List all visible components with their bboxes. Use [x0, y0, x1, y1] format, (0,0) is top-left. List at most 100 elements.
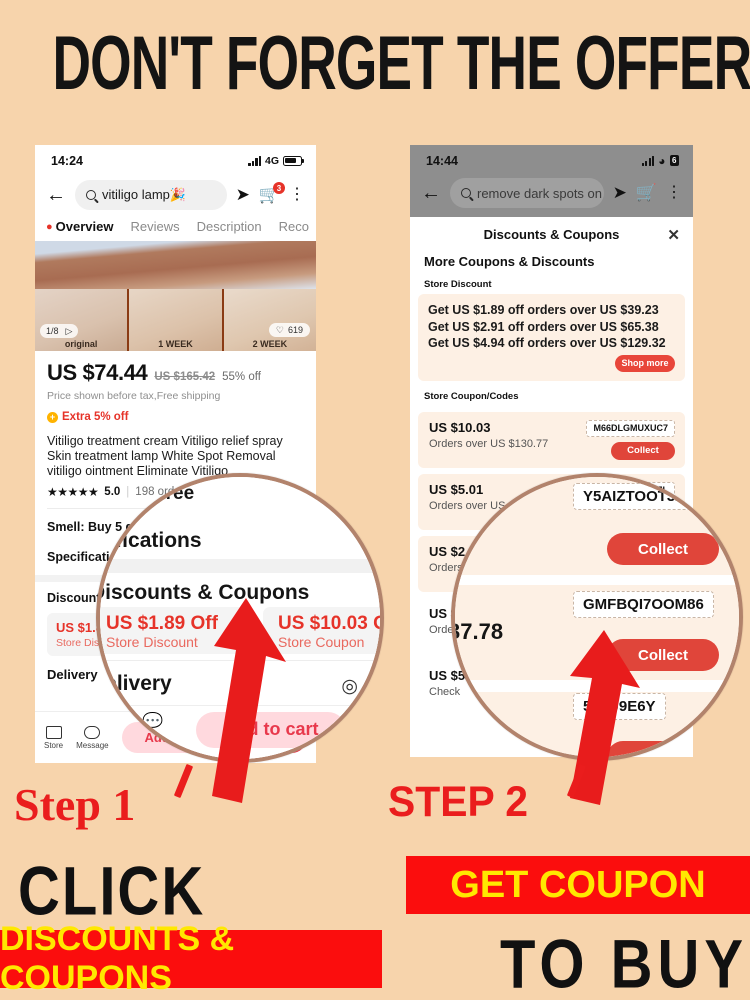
store-discount-card: Get US $1.89 off orders over US $39.23 G…	[418, 294, 685, 381]
lens-amount-mid: S $37.78	[455, 619, 504, 644]
lens-buy-now[interactable]	[350, 712, 380, 748]
lens-code-mid[interactable]: GMFBQI7OOM86	[573, 591, 714, 618]
store-discount-line: Get US $2.91 off orders over US $65.38	[428, 319, 659, 334]
step1-target-banner: DISCOUNTS & COUPONS	[0, 920, 382, 997]
step2-target-text: TO BUY	[500, 926, 749, 1000]
step2-label: STEP 2	[388, 778, 529, 826]
search-input[interactable]: remove dark spots on skin	[450, 178, 604, 208]
page-title: DON'T FORGET THE OFFERS	[52, 22, 750, 107]
status-time: 14:24	[51, 153, 83, 168]
lens-delivery: Delivery	[96, 672, 172, 695]
sheet-title: Discounts & Coupons	[483, 226, 620, 242]
lens-code-top[interactable]: Y5AIZTOOT3ZL	[573, 483, 704, 510]
status-bar-left: 14:24 4G	[35, 145, 316, 176]
heart-icon: ♡	[275, 324, 284, 335]
product-title: Vitiligo treatment cream Vitiligo relief…	[47, 434, 283, 478]
store-button[interactable]: Store	[44, 725, 64, 750]
shop-more-button[interactable]: Shop more	[615, 354, 675, 372]
tab-description[interactable]: Description	[197, 219, 262, 234]
extra-discount-label: Extra 5% off	[62, 411, 129, 423]
store-icon	[45, 725, 62, 739]
signal-bars-icon	[248, 155, 261, 166]
poster-canvas: DON'T FORGET THE OFFERS 14:24 4G ← vitil…	[0, 0, 750, 1000]
lens-smell-fragment: y 5 get 5 free	[100, 483, 195, 504]
delivery-label: Delivery	[47, 666, 98, 682]
collect-button[interactable]: Collect	[611, 441, 675, 460]
cart-badge: 3	[273, 182, 285, 194]
battery-icon: 6	[669, 155, 679, 166]
sheet-header: Discounts & Coupons ✕	[410, 217, 693, 251]
search-icon	[86, 190, 96, 200]
cart-icon[interactable]: 🛒	[636, 183, 657, 203]
arrow-left-icon[interactable]: ←	[421, 183, 441, 203]
share-icon[interactable]: ➤	[613, 183, 627, 203]
thumbnail-2week[interactable]: ♡ 619 2 WEEK	[223, 289, 316, 351]
more-vertical-icon[interactable]: ⋮	[666, 185, 682, 201]
pointer-arrow-right	[570, 630, 640, 805]
coupon-row: US $10.03 Orders over US $130.77 M66DLGM…	[418, 411, 685, 468]
product-thumbnails: 1/8 ▷ original 1 WEEK ♡ 619 2 WEEK	[35, 289, 316, 351]
close-icon[interactable]: ✕	[667, 226, 680, 244]
gallery-counter-label: 1/8	[46, 326, 59, 336]
store-discount-line: Get US $4.94 off orders over US $129.32	[428, 336, 666, 350]
lens-collect-top[interactable]: Collect	[607, 533, 719, 565]
signal-bars-icon	[641, 155, 655, 166]
search-input[interactable]: vitiligo lamp🎉	[75, 180, 227, 210]
thumbnail-original[interactable]: 1/8 ▷ original	[35, 289, 128, 351]
battery-icon	[283, 155, 305, 166]
search-value: remove dark spots on skin	[477, 185, 604, 201]
thumbnail-1week[interactable]: 1 WEEK	[129, 289, 222, 351]
lens-specifications: ecifications	[96, 529, 202, 552]
tab-recommend[interactable]: Reco	[279, 219, 309, 234]
price-current: US $74.44	[47, 360, 148, 385]
wifi-icon: ◕	[658, 153, 666, 168]
plus-icon: +	[47, 411, 58, 423]
more-vertical-icon[interactable]: ⋮	[289, 187, 305, 203]
thumbnail-caption: original	[64, 339, 98, 349]
lens-smell-fragment2: uy 5 ge	[100, 505, 124, 526]
share-icon[interactable]: ➤	[236, 185, 250, 205]
lens-gap	[455, 575, 739, 585]
status-time: 14:44	[426, 153, 458, 168]
nav-bar-right: ← remove dark spots on skin ➤ 🛒 ⋮	[410, 176, 693, 216]
coupon-code[interactable]: M66DLGMUXUC7	[586, 419, 675, 437]
arrow-left-icon[interactable]: ←	[46, 185, 66, 205]
search-value: vitiligo lamp🎉	[102, 187, 187, 202]
dimmed-background-right: 14:44 ◕ 6 ← remove dark spots on skin ➤ …	[410, 145, 693, 217]
tab-label: Overview	[55, 219, 114, 234]
cart-button[interactable]: 🛒 3	[259, 182, 285, 205]
play-icon: ▷	[65, 325, 73, 336]
like-badge: ♡ 619	[268, 323, 310, 337]
pointer-arrow-left	[212, 598, 286, 803]
status-bar-right: 14:44 ◕ 6	[410, 145, 693, 176]
store-discount-line: Get US $1.89 off orders over US $39.23	[428, 303, 659, 317]
nav-bar-left: ← vitiligo lamp🎉 ➤ 🛒 3 ⋮	[35, 176, 316, 218]
location-pin-icon: ●	[46, 220, 53, 233]
store-icon	[104, 738, 128, 743]
store-label: Store	[44, 740, 64, 750]
tab-reviews[interactable]: Reviews	[130, 219, 179, 234]
price-original: US $165.42	[154, 371, 216, 383]
like-count: 619	[287, 325, 303, 335]
step2-action-banner: GET COUPON	[406, 856, 750, 914]
price-discount: 55% off	[222, 371, 261, 383]
store-discount-label: Store Discount	[424, 279, 492, 290]
extra-discount-badge: + Extra 5% off	[47, 411, 304, 423]
thumbnail-caption: 2 WEEK	[252, 339, 288, 349]
network-type: 4G	[264, 154, 279, 167]
gallery-counter: 1/8 ▷	[40, 324, 79, 338]
lens-section-divider	[100, 559, 380, 573]
price-note: Price shown before tax,Free shipping	[47, 390, 221, 402]
search-icon	[461, 188, 471, 198]
thumbnail-caption: 1 WEEK	[158, 339, 193, 349]
message-icon: 💬	[142, 712, 164, 731]
product-hero-image[interactable]	[35, 241, 316, 289]
sheet-subtitle: More Coupons & Discounts	[424, 254, 595, 269]
lens-message-label: essage	[142, 740, 178, 752]
step1-label: Step 1	[14, 779, 136, 830]
location-pin-icon: ◎	[341, 676, 358, 697]
message-icon	[84, 725, 101, 739]
tab-overview[interactable]: ● Overview	[46, 219, 113, 234]
tab-bar-left: ● Overview Reviews Description Reco	[35, 218, 316, 241]
store-coupon-label: Store Coupon/Codes	[424, 390, 519, 402]
